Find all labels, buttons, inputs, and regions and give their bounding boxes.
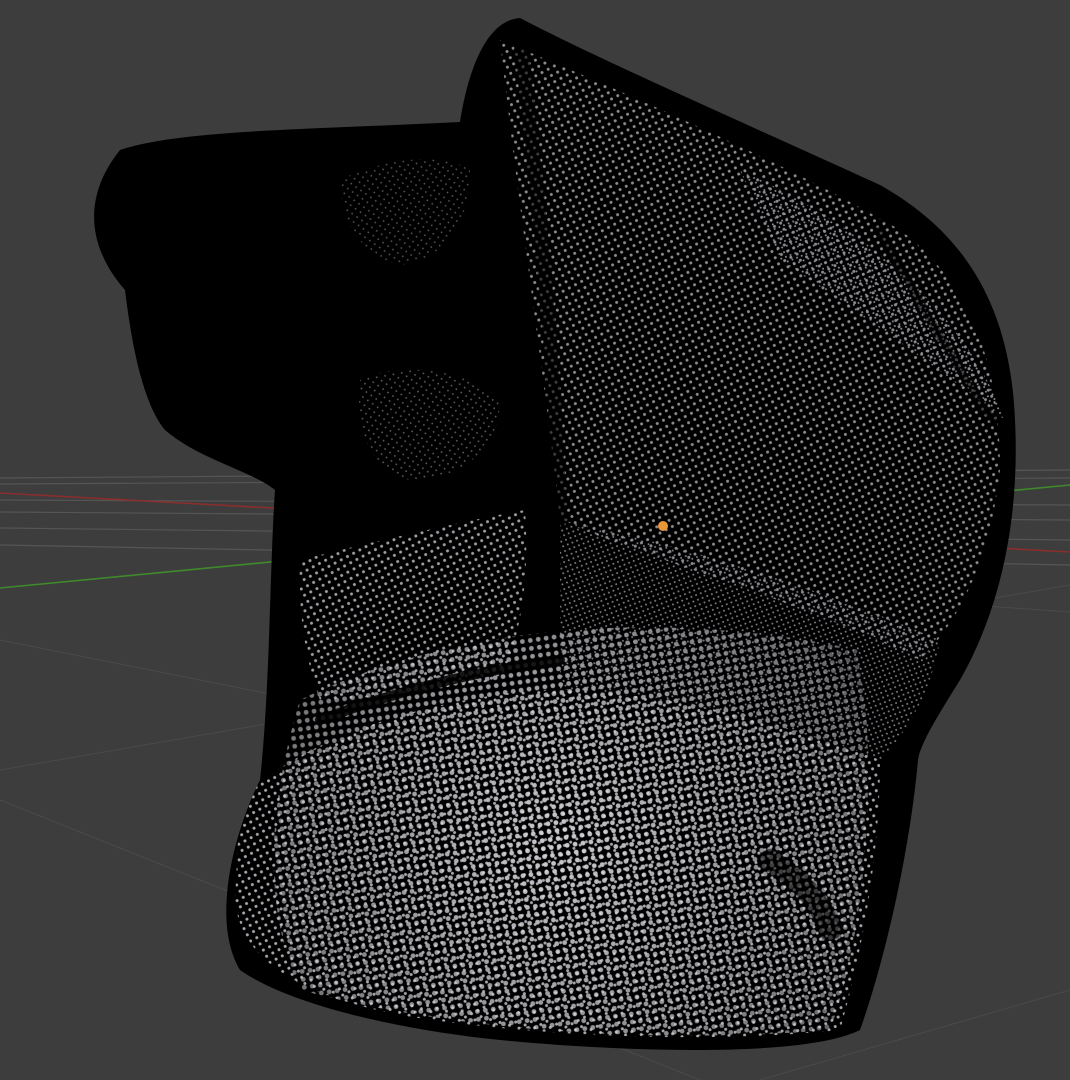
viewport-canvas[interactable] (0, 0, 1070, 1080)
grid-line (0, 639, 301, 701)
object-origin-icon[interactable] (658, 521, 668, 531)
3d-viewport[interactable] (0, 0, 1070, 1080)
point-cloud-mesh[interactable] (94, 18, 1016, 1050)
